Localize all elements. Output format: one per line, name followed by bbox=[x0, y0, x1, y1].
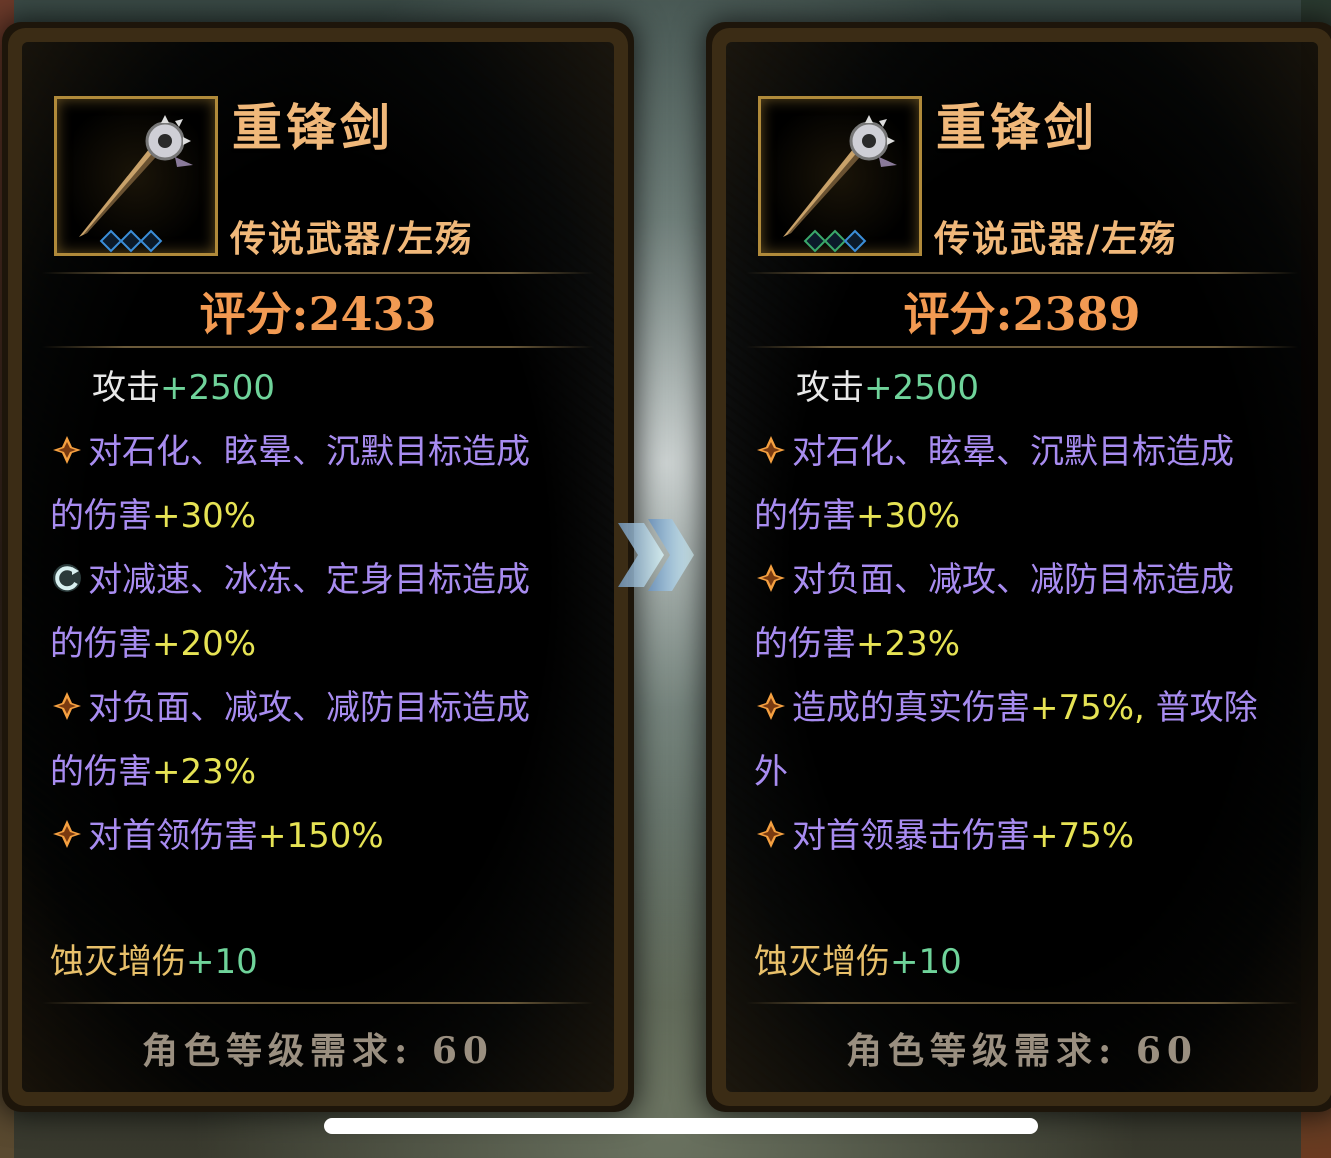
effect-value: +75% bbox=[1030, 816, 1135, 856]
effect-value: +75%, bbox=[1030, 688, 1145, 728]
effect-item: 对石化、眩晕、沉默目标造成 的伤害+30% bbox=[50, 420, 600, 548]
divider bbox=[42, 272, 594, 274]
effect-text: 造成的真实伤害 bbox=[792, 688, 1030, 728]
effect-item: 对减速、冰冻、定身目标造成 的伤害+20% bbox=[50, 548, 600, 676]
extra-value: +10 bbox=[890, 942, 962, 982]
effect-text: 的伤害 bbox=[50, 752, 152, 792]
divider bbox=[42, 1002, 594, 1004]
effect-item: 造成的真实伤害+75%, 普攻除 外 bbox=[754, 676, 1304, 804]
score-value: 2389 bbox=[1012, 287, 1141, 341]
spark-icon bbox=[757, 436, 785, 464]
effect-text: 对首领暴击伤害 bbox=[792, 816, 1030, 856]
score-value: 2433 bbox=[308, 287, 437, 341]
extra-attribute: 蚀灭增伤+10 bbox=[754, 934, 962, 983]
item-card-current: 重锋剑 传说武器/左殇 评分:2433 攻击+2500 对石化、眩晕、沉默目标造… bbox=[8, 28, 628, 1106]
item-type: 传说武器/左殇 bbox=[934, 218, 1178, 260]
effect-list: 对石化、眩晕、沉默目标造成 的伤害+30% 对负面、减攻、减防目标造成 的伤害+… bbox=[754, 420, 1304, 868]
attr-value: +2500 bbox=[160, 368, 276, 408]
extra-attribute: 蚀灭增伤+10 bbox=[50, 934, 258, 983]
item-name: 重锋剑 bbox=[232, 98, 394, 157]
swirl-icon bbox=[53, 564, 81, 592]
divider bbox=[42, 346, 594, 348]
effect-text: 的伤害 bbox=[754, 624, 856, 664]
effect-value: +20% bbox=[152, 624, 257, 664]
spark-icon bbox=[757, 692, 785, 720]
effect-value: +30% bbox=[152, 496, 257, 536]
item-icon-frame[interactable] bbox=[54, 96, 218, 256]
extra-label: 蚀灭增伤 bbox=[754, 942, 890, 982]
effect-item: 对石化、眩晕、沉默目标造成 的伤害+30% bbox=[754, 420, 1304, 548]
effect-item: 对首领伤害+150% bbox=[50, 804, 600, 868]
effect-value: +23% bbox=[856, 624, 961, 664]
effect-text: 对负面、减攻、减防目标造成 bbox=[792, 560, 1234, 600]
extra-label: 蚀灭增伤 bbox=[50, 942, 186, 982]
effect-value: +23% bbox=[152, 752, 257, 792]
sword-icon bbox=[783, 115, 897, 237]
effect-text: 的伤害 bbox=[50, 624, 152, 664]
spark-icon bbox=[757, 564, 785, 592]
gem-slot bbox=[843, 229, 867, 253]
effect-text: 普攻除 bbox=[1155, 688, 1258, 728]
attr-value: +2500 bbox=[864, 368, 980, 408]
spark-icon bbox=[53, 436, 81, 464]
item-icon-frame[interactable] bbox=[758, 96, 922, 256]
background-left-strip bbox=[0, 0, 14, 1158]
divider bbox=[746, 1002, 1298, 1004]
gem-slot bbox=[139, 229, 163, 253]
spark-icon bbox=[757, 820, 785, 848]
effect-text: 的伤害 bbox=[754, 496, 856, 536]
effect-text: 对首领伤害 bbox=[88, 816, 258, 856]
base-attribute: 攻击+2500 bbox=[796, 360, 979, 409]
effect-text: 对石化、眩晕、沉默目标造成 bbox=[88, 432, 530, 472]
divider bbox=[746, 346, 1298, 348]
effect-list: 对石化、眩晕、沉默目标造成 的伤害+30% 对减速、冰冻、定身目标造成 的伤害+… bbox=[50, 420, 600, 868]
item-card-compare: 重锋剑 传说武器/左殇 评分:2389 攻击+2500 对石化、眩晕、沉默目标造… bbox=[712, 28, 1331, 1106]
divider bbox=[746, 272, 1298, 274]
double-chevron-right-icon bbox=[618, 519, 694, 591]
item-score: 评分:2433 bbox=[22, 278, 614, 344]
spark-icon bbox=[53, 820, 81, 848]
effect-text: 对石化、眩晕、沉默目标造成 bbox=[792, 432, 1234, 472]
score-label: 评分: bbox=[199, 287, 309, 341]
effect-value: +150% bbox=[258, 816, 384, 856]
attr-label: 攻击 bbox=[92, 368, 160, 408]
level-requirement: 角色等级需求: 60 bbox=[846, 1030, 1198, 1072]
sword-icon bbox=[79, 115, 193, 237]
effect-text: 对减速、冰冻、定身目标造成 bbox=[88, 560, 530, 600]
attr-label: 攻击 bbox=[796, 368, 864, 408]
effect-text: 对负面、减攻、减防目标造成 bbox=[88, 688, 530, 728]
item-type: 传说武器/左殇 bbox=[230, 218, 474, 260]
item-score: 评分:2389 bbox=[726, 278, 1318, 344]
effect-item: 对首领暴击伤害+75% bbox=[754, 804, 1304, 868]
effect-item: 对负面、减攻、减防目标造成 的伤害+23% bbox=[754, 548, 1304, 676]
item-name: 重锋剑 bbox=[936, 98, 1098, 157]
base-attribute: 攻击+2500 bbox=[92, 360, 275, 409]
level-requirement: 角色等级需求: 60 bbox=[142, 1030, 494, 1072]
gem-slots bbox=[99, 229, 163, 253]
spark-icon bbox=[53, 692, 81, 720]
score-label: 评分: bbox=[903, 287, 1013, 341]
effect-text: 外 bbox=[754, 752, 788, 792]
effect-item: 对负面、减攻、减防目标造成 的伤害+23% bbox=[50, 676, 600, 804]
extra-value: +10 bbox=[186, 942, 258, 982]
home-indicator[interactable] bbox=[324, 1118, 1038, 1134]
gem-slots bbox=[803, 229, 867, 253]
effect-value: +30% bbox=[856, 496, 961, 536]
effect-text: 的伤害 bbox=[50, 496, 152, 536]
